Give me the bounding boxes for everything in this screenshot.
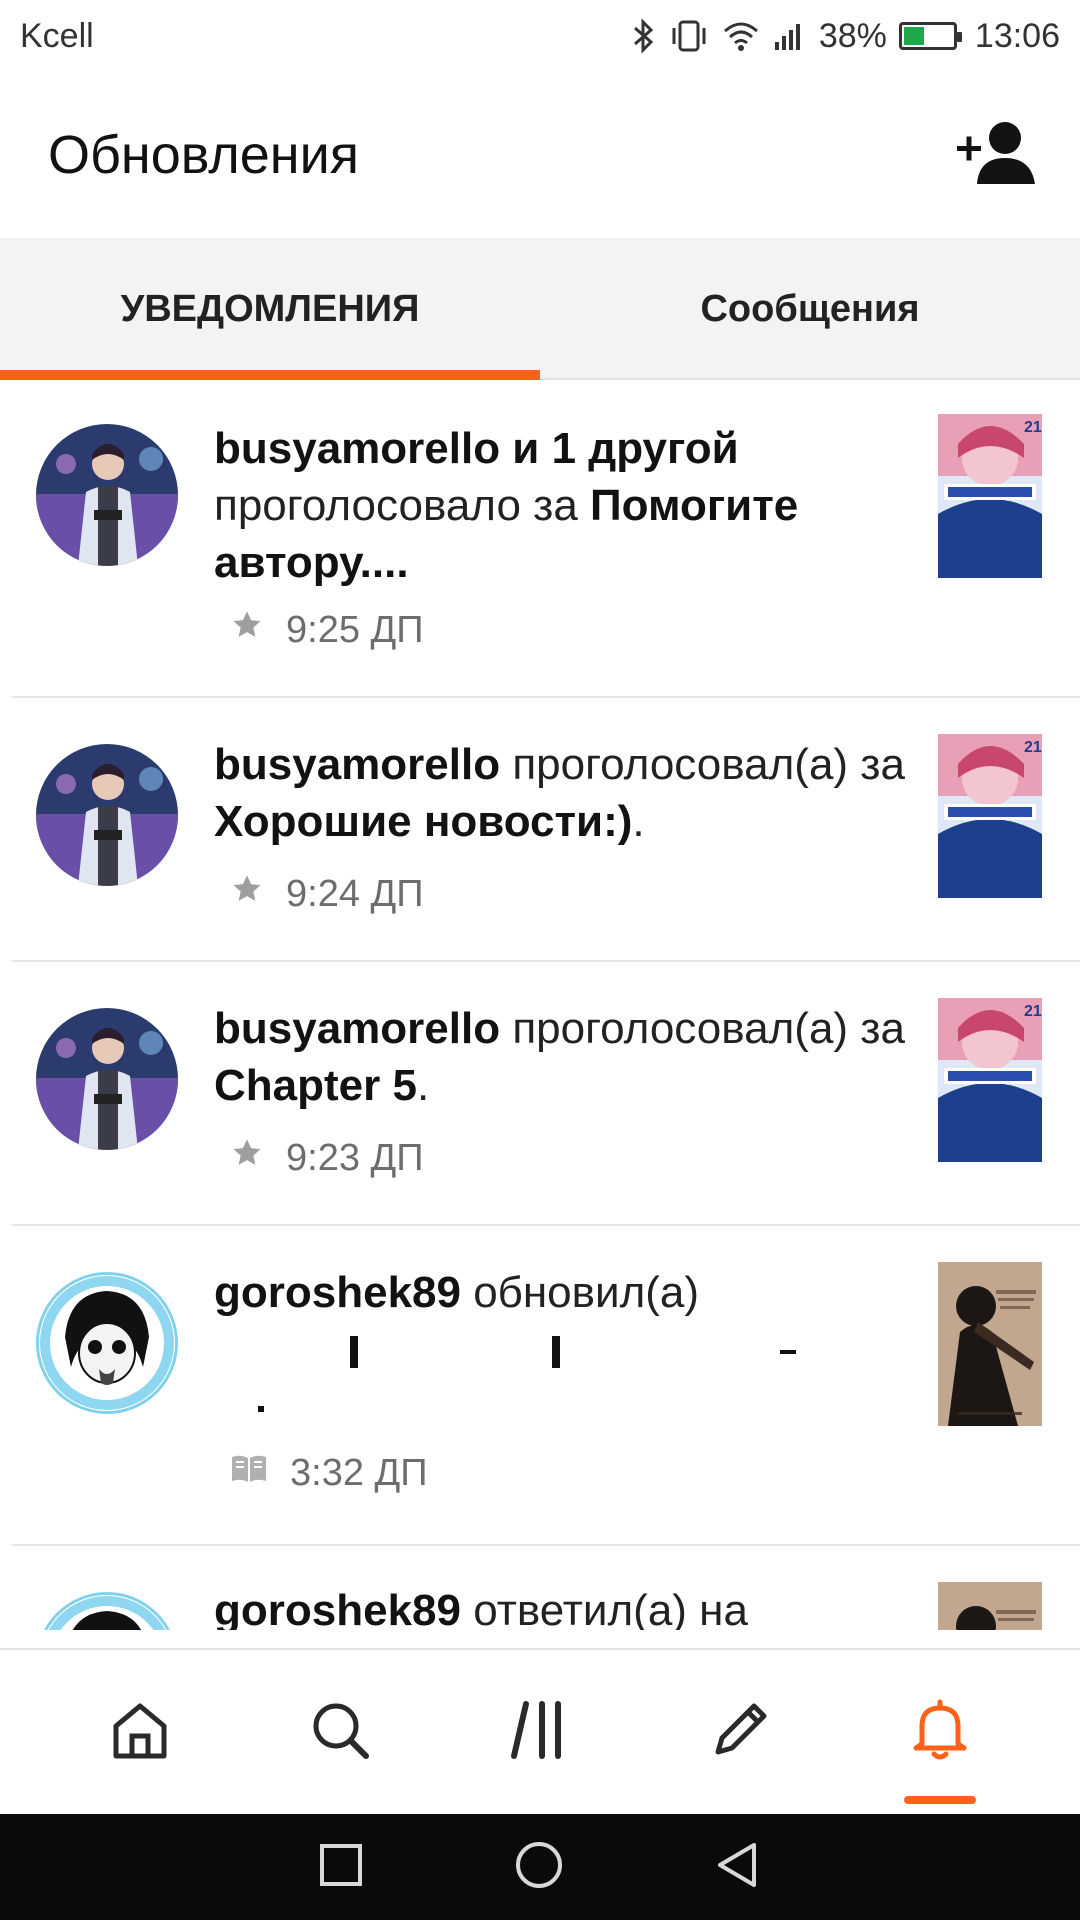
wifi-icon bbox=[721, 19, 761, 53]
nav-home[interactable] bbox=[90, 1682, 190, 1782]
notification-user[interactable]: goroshek89 bbox=[214, 1268, 461, 1317]
bell-icon bbox=[908, 1698, 972, 1767]
book-icon bbox=[230, 1452, 268, 1495]
avatar bbox=[36, 1272, 178, 1414]
tab-bar: УВЕДОМЛЕНИЯ Сообщения bbox=[0, 238, 1080, 380]
svg-text:21: 21 bbox=[1024, 739, 1042, 756]
notification-user[interactable]: goroshek89 bbox=[214, 1586, 461, 1630]
home-icon bbox=[108, 1698, 172, 1767]
notification-action: проголосовал(а) за bbox=[500, 740, 905, 789]
home-button[interactable] bbox=[514, 1840, 564, 1895]
notification-action: ответил(а) на bbox=[460, 1586, 748, 1630]
avatar bbox=[36, 424, 178, 566]
notification-time: 9:24 ДП bbox=[286, 872, 424, 915]
avatar bbox=[36, 1008, 178, 1150]
story-cover[interactable] bbox=[938, 1262, 1042, 1426]
nav-library[interactable] bbox=[490, 1682, 590, 1782]
notification-meta: 3:32 ДП bbox=[230, 1452, 428, 1495]
tab-messages[interactable]: Сообщения bbox=[540, 238, 1080, 380]
notification-suffix: . bbox=[416, 1061, 430, 1110]
tab-notifications[interactable]: УВЕДОМЛЕНИЯ bbox=[0, 238, 540, 380]
recents-button[interactable] bbox=[318, 1842, 364, 1893]
add-user-icon bbox=[955, 118, 1039, 193]
notification-text: busyamorello и 1 другой проголосовало за… bbox=[214, 420, 930, 591]
bottom-nav bbox=[0, 1648, 1080, 1814]
notification-user[interactable]: busyamorello bbox=[214, 1004, 500, 1053]
notification-action: проголосовало за bbox=[214, 481, 591, 530]
notification-item[interactable]: goroshek89 ответил(а) на bbox=[12, 1546, 1080, 1630]
notification-text: goroshek89 обновил(а) bbox=[214, 1264, 930, 1321]
notification-text: goroshek89 ответил(а) на bbox=[214, 1582, 930, 1630]
notification-action: обновил(а) bbox=[460, 1268, 700, 1317]
notification-time: 3:32 ДП bbox=[290, 1452, 428, 1494]
notification-time: 9:23 ДП bbox=[286, 1136, 424, 1179]
app-header: Обновления bbox=[0, 72, 1080, 238]
notification-target[interactable]: Хорошие новости:) bbox=[214, 797, 632, 846]
avatar bbox=[36, 1592, 178, 1630]
notification-action: проголосовал(а) за bbox=[500, 1004, 905, 1053]
notification-list[interactable]: busyamorello и 1 другой проголосовало за… bbox=[0, 382, 1080, 1630]
story-cover[interactable]: 21 bbox=[938, 414, 1042, 578]
star-icon bbox=[230, 872, 264, 916]
star-icon bbox=[230, 1136, 264, 1180]
nav-write[interactable] bbox=[690, 1682, 790, 1782]
notification-text: busyamorello проголосовал(а) за Хорошие … bbox=[214, 736, 930, 850]
carrier-name: Kcell bbox=[20, 16, 94, 55]
notification-time: 9:25 ДП bbox=[286, 608, 424, 651]
svg-text:21: 21 bbox=[1024, 419, 1042, 436]
notification-text: busyamorello проголосовал(а) за Chapter … bbox=[214, 1000, 930, 1114]
back-button[interactable] bbox=[714, 1841, 762, 1894]
system-nav-bar bbox=[0, 1814, 1080, 1920]
write-icon bbox=[708, 1698, 772, 1767]
bluetooth-icon bbox=[631, 18, 657, 54]
notification-suffix: . bbox=[632, 797, 645, 846]
status-bar: Kcell 38% 13:06 bbox=[0, 0, 1080, 72]
notification-item[interactable]: busyamorello проголосовал(а) за Хорошие … bbox=[12, 698, 1080, 962]
notification-item[interactable]: goroshek89 обновил(а) 3:32 ДП bbox=[12, 1226, 1080, 1546]
notification-meta: 9:23 ДП bbox=[230, 1136, 424, 1180]
nav-notifications[interactable] bbox=[890, 1682, 990, 1804]
vibrate-icon bbox=[669, 18, 709, 54]
nav-search[interactable] bbox=[290, 1682, 390, 1782]
notification-meta: 9:25 ДП bbox=[230, 608, 424, 652]
story-cover[interactable]: 21 bbox=[938, 998, 1042, 1162]
story-cover[interactable]: 21 bbox=[938, 734, 1042, 898]
svg-text:21: 21 bbox=[1024, 1003, 1042, 1020]
battery-icon bbox=[898, 22, 962, 50]
notification-item[interactable]: busyamorello и 1 другой проголосовало за… bbox=[12, 382, 1080, 698]
notification-target[interactable]: Chapter 5 bbox=[214, 1061, 417, 1110]
notification-meta: 9:24 ДП bbox=[230, 872, 424, 916]
redacted-title bbox=[214, 1322, 814, 1432]
search-icon bbox=[308, 1698, 372, 1767]
signal-icon bbox=[773, 20, 807, 52]
battery-percent: 38% bbox=[818, 16, 887, 55]
add-user-button[interactable] bbox=[952, 110, 1042, 200]
notification-user[interactable]: busyamorello и 1 другой bbox=[214, 424, 739, 473]
notification-item[interactable]: busyamorello проголосовал(а) за Chapter … bbox=[12, 962, 1080, 1226]
notification-user[interactable]: busyamorello bbox=[214, 740, 500, 789]
clock: 13:06 bbox=[974, 16, 1060, 55]
star-icon bbox=[230, 608, 264, 652]
avatar bbox=[36, 744, 178, 886]
story-cover[interactable] bbox=[938, 1582, 1042, 1630]
page-title: Обновления bbox=[48, 125, 360, 185]
library-icon bbox=[508, 1698, 572, 1767]
status-icons: 38% 13:06 bbox=[631, 17, 1060, 56]
